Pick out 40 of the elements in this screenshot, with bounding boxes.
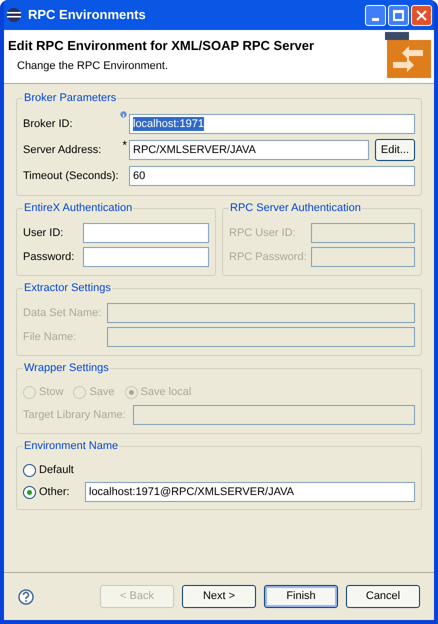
field-label: Password: <box>23 250 76 265</box>
input-field[interactable]: localhost:1971 <box>129 114 415 134</box>
wizard-button[interactable]: Cancel <box>346 585 420 608</box>
field-label: Data Set Name: <box>23 306 102 321</box>
field-label: RPC User ID: <box>229 226 297 241</box>
page-subtitle: Change the RPC Environment. <box>16 59 170 74</box>
wizard-button[interactable]: Next > <box>182 585 256 608</box>
input-field[interactable] <box>83 247 209 267</box>
required-mark: * <box>122 139 127 151</box>
close-button[interactable] <box>411 4 432 26</box>
wizard-button[interactable]: Finish <box>264 585 338 608</box>
group-title: Extractor Settings <box>23 281 112 295</box>
close-icon <box>416 10 427 20</box>
input-field[interactable]: RPC/XMLSERVER/JAVA <box>129 140 369 160</box>
edit-button[interactable]: Edit... <box>374 139 415 161</box>
page-title: Edit RPC Environment for XML/SOAP RPC Server <box>8 38 316 54</box>
field-label: Target Library Name: <box>23 408 127 423</box>
input-field[interactable]: localhost:1971@RPC/XMLSERVER/JAVA <box>85 482 415 502</box>
minimize-button[interactable] <box>365 4 386 26</box>
input-field[interactable] <box>83 223 209 243</box>
field-label: File Name: <box>23 330 78 345</box>
field-label: Timeout (Seconds): <box>23 168 117 184</box>
input-field[interactable]: 60 <box>129 166 415 186</box>
field-label: RPC Password: <box>229 250 308 265</box>
radio-label: Save <box>89 384 115 400</box>
radio-button[interactable] <box>23 464 36 476</box>
maximize-button[interactable] <box>388 4 409 26</box>
field-label: Broker ID: <box>23 116 74 132</box>
radio-button[interactable] <box>23 486 36 498</box>
radio-label: Default <box>39 462 74 478</box>
app-icon <box>6 7 22 23</box>
group-title: Wrapper Settings <box>23 361 110 375</box>
help-icon[interactable] <box>18 588 34 604</box>
wizard-banner-icon <box>385 32 431 78</box>
radio-label: Stow <box>39 384 64 400</box>
radio-label: Other: <box>39 484 70 500</box>
window-title: RPC Environments <box>28 6 147 24</box>
field-label: Server Address: <box>23 142 102 158</box>
field-label: User ID: <box>23 226 64 241</box>
radio-label: Save local <box>140 384 192 400</box>
